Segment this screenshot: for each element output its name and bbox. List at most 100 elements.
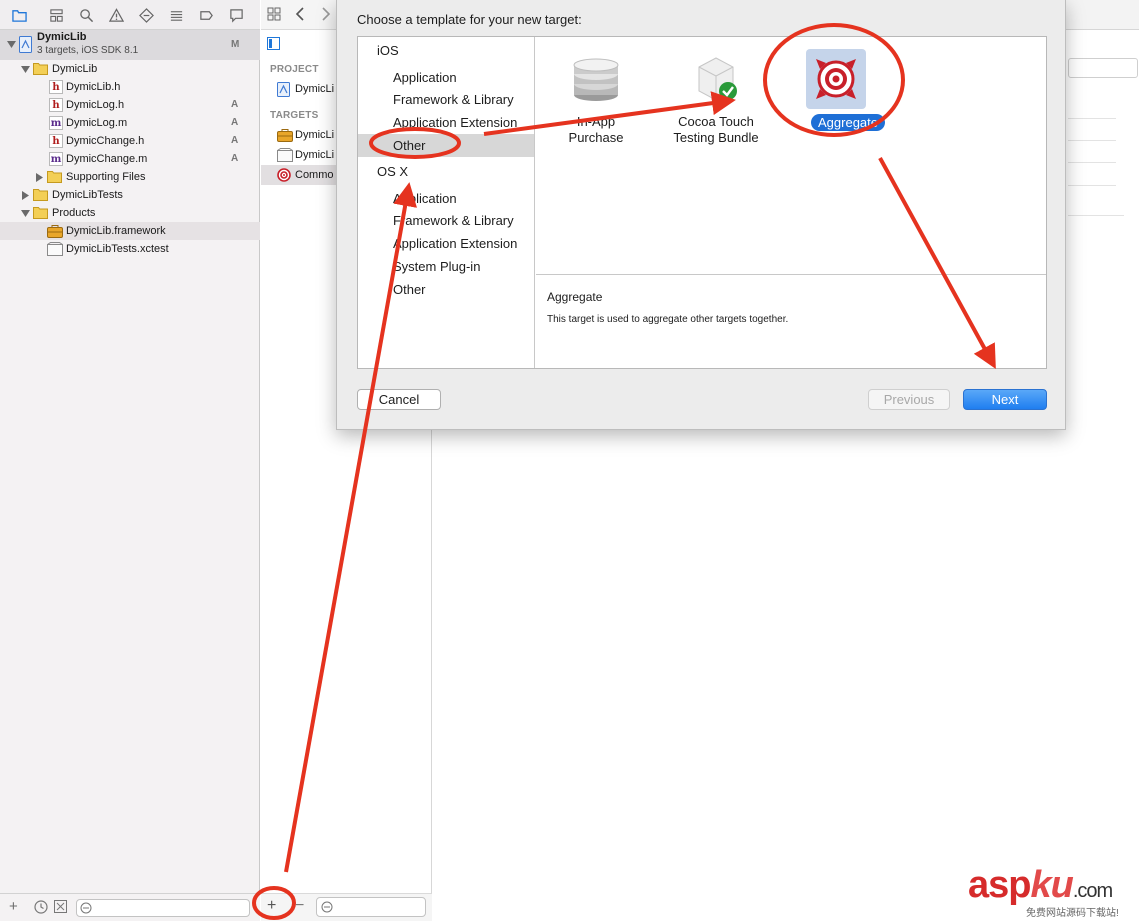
cancel-button[interactable]: Cancel — [357, 389, 441, 410]
added-badge: A — [231, 135, 239, 146]
show-hide-list-icon[interactable] — [267, 37, 280, 53]
template-cocoa-touch-testing-bundle[interactable]: Cocoa Touch Testing Bundle — [656, 45, 776, 155]
next-button[interactable]: Next — [963, 389, 1047, 410]
test-navigator-icon[interactable] — [137, 6, 155, 24]
issue-warning-icon[interactable] — [107, 6, 125, 24]
back-chevron-icon[interactable] — [295, 7, 305, 24]
in-app-purchase-coins-icon — [566, 49, 626, 109]
tree-item-file[interactable]: h DymicChange.h A — [0, 132, 260, 150]
category-osx-other[interactable]: Other — [358, 278, 534, 301]
framework-toolbox-icon — [277, 128, 293, 142]
watermark-text-c: .com — [1072, 880, 1113, 902]
implementation-file-icon: m — [49, 152, 63, 166]
implementation-file-icon: m — [49, 116, 63, 130]
settings-search-field[interactable] — [1068, 58, 1138, 78]
added-badge: A — [231, 117, 239, 128]
aggregate-target-icon — [806, 49, 866, 109]
search-icon[interactable] — [77, 6, 95, 24]
divider — [1068, 185, 1116, 186]
debug-navigator-icon[interactable] — [167, 6, 185, 24]
template-grid: In-App Purchase Cocoa Touch Testing Bundle — [536, 37, 1046, 275]
tree-item-file[interactable]: h DymicLib.h — [0, 78, 260, 96]
template-in-app-purchase[interactable]: In-App Purchase — [536, 45, 656, 155]
navigator-filter-field[interactable] — [76, 899, 250, 917]
template-label-line2: Testing Bundle — [673, 130, 759, 145]
sheet-title: Choose a template for your new target: — [357, 12, 582, 27]
template-label-line2: Purchase — [568, 130, 624, 145]
template-label-line1: In-App — [576, 114, 616, 129]
folder-icon — [47, 170, 62, 184]
platform-category-list: iOS Application Framework & Library Appl… — [358, 37, 535, 368]
category-ios-other[interactable]: Other — [358, 134, 534, 157]
tree-item-framework[interactable]: DymicLib.framework — [0, 222, 260, 240]
project-section-header: PROJECT — [270, 64, 319, 75]
unsaved-filter-icon[interactable] — [54, 900, 67, 916]
ios-section-header: iOS — [377, 43, 399, 58]
category-osx-application-extension[interactable]: Application Extension — [358, 232, 534, 255]
category-ios-framework-library[interactable]: Framework & Library — [358, 88, 534, 111]
header-file-icon: h — [49, 80, 63, 94]
category-osx-system-plugin[interactable]: System Plug-in — [358, 255, 534, 278]
project-navigator: DymicLib 3 targets, iOS SDK 8.1 M DymicL… — [0, 0, 260, 921]
header-file-icon: h — [49, 98, 63, 112]
tree-item-file[interactable]: h DymicLog.h A — [0, 96, 260, 114]
folder-icon[interactable] — [10, 6, 28, 24]
symbol-navigator-icon[interactable] — [47, 6, 65, 24]
disclosure-triangle-icon[interactable] — [21, 209, 30, 218]
filter-icon — [80, 902, 92, 917]
tree-item-file[interactable]: m DymicLog.m A — [0, 114, 260, 132]
project-row[interactable]: DymicLib 3 targets, iOS SDK 8.1 M — [0, 30, 260, 60]
divider — [1068, 162, 1116, 163]
remove-target-button[interactable]: − — [295, 897, 304, 915]
disclosure-triangle-icon[interactable] — [35, 173, 44, 182]
source-control-badge: M — [231, 39, 240, 50]
xcode-project-icon — [19, 36, 32, 53]
bundle-icon — [47, 242, 63, 256]
divider — [1068, 215, 1124, 216]
added-badge: A — [231, 99, 239, 110]
new-target-template-sheet: Choose a template for your new target: i… — [336, 0, 1066, 430]
filter-icon — [321, 901, 333, 916]
breakpoint-icon[interactable] — [197, 6, 215, 24]
forward-chevron-icon[interactable] — [321, 7, 331, 24]
added-badge: A — [231, 153, 239, 164]
add-target-button[interactable]: + — [267, 897, 276, 915]
disclosure-triangle-icon[interactable] — [21, 65, 30, 74]
template-chooser: iOS Application Framework & Library Appl… — [357, 36, 1047, 369]
template-aggregate[interactable]: Aggregate — [776, 45, 896, 155]
tree-item-file[interactable]: m DymicChange.m A — [0, 150, 260, 168]
folder-icon — [33, 206, 48, 220]
related-items-grid-icon[interactable] — [267, 7, 281, 24]
watermark-text-a: asp — [968, 864, 1031, 906]
disclosure-triangle-icon[interactable] — [7, 40, 16, 49]
tree-item-dymiclib-folder[interactable]: DymicLib — [0, 60, 260, 78]
category-osx-application[interactable]: Application — [358, 187, 534, 210]
description-title: Aggregate — [547, 290, 603, 304]
target-list-bottom-bar: + − — [261, 893, 432, 921]
recent-files-clock-icon[interactable] — [34, 900, 48, 917]
watermark-text-b: ku — [1030, 864, 1073, 906]
bundle-icon — [277, 148, 293, 162]
category-osx-framework-library[interactable]: Framework & Library — [358, 209, 534, 232]
template-label-selected: Aggregate — [811, 114, 885, 131]
report-icon[interactable] — [227, 6, 245, 24]
targets-section-header: TARGETS — [270, 110, 319, 121]
project-subtitle: 3 targets, iOS SDK 8.1 — [37, 45, 139, 56]
folder-icon — [33, 188, 48, 202]
tree-item-xctest[interactable]: DymicLibTests.xctest — [0, 240, 260, 258]
folder-icon — [33, 62, 48, 76]
add-button[interactable]: + — [9, 898, 18, 915]
category-ios-application[interactable]: Application — [358, 66, 534, 89]
target-filter-field[interactable] — [316, 897, 426, 917]
osx-section-header: OS X — [377, 164, 409, 179]
tree-item-supporting-files[interactable]: Supporting Files — [0, 168, 260, 186]
testing-bundle-icon — [686, 49, 746, 109]
divider — [1068, 140, 1116, 141]
previous-button[interactable]: Previous — [868, 389, 950, 410]
disclosure-triangle-icon[interactable] — [21, 191, 30, 200]
category-ios-application-extension[interactable]: Application Extension — [358, 111, 534, 134]
template-label-line1: Cocoa Touch — [678, 114, 754, 129]
tree-item-tests-folder[interactable]: DymicLibTests — [0, 186, 260, 204]
framework-toolbox-icon — [47, 224, 63, 238]
tree-item-products-folder[interactable]: Products — [0, 204, 260, 222]
